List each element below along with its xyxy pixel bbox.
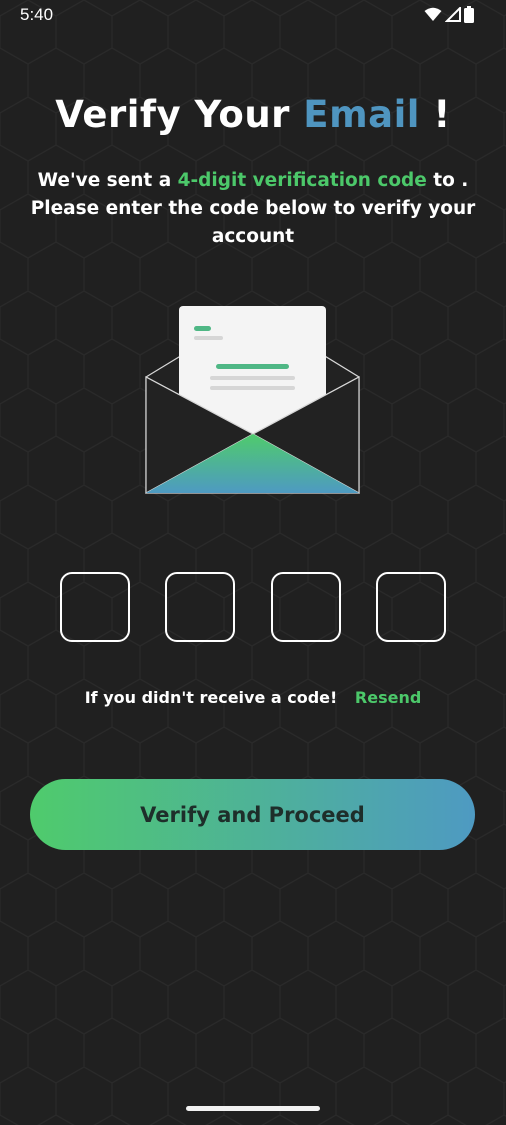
title-accent: Email <box>303 93 420 136</box>
resend-row: If you didn't receive a code! Resend <box>0 688 506 707</box>
otp-digit-3[interactable] <box>270 572 341 642</box>
message-part1: We've sent a <box>37 170 178 191</box>
signal-icon <box>445 7 461 22</box>
resend-link[interactable]: Resend <box>355 688 421 707</box>
title-suffix: ! <box>419 93 451 136</box>
wifi-icon <box>424 7 442 21</box>
otp-digit-1[interactable] <box>60 572 130 642</box>
home-indicator[interactable] <box>186 1106 320 1111</box>
status-bar: 5:40 <box>0 0 506 32</box>
battery-icon <box>464 6 474 23</box>
resend-prompt: If you didn't receive a code! <box>84 688 338 707</box>
otp-digit-4[interactable] <box>375 572 446 642</box>
otp-input-row <box>60 572 446 642</box>
title-prefix: Verify Your <box>55 93 304 136</box>
message-highlight: 4-digit verification code <box>177 170 427 191</box>
verify-and-proceed-button[interactable]: Verify and Proceed <box>30 779 475 850</box>
envelope-illustration <box>145 306 360 495</box>
verification-message: We've sent a 4-digit verification code t… <box>20 167 486 251</box>
status-icons <box>424 6 474 23</box>
otp-digit-2[interactable] <box>165 572 236 642</box>
status-time: 5:40 <box>20 5 54 24</box>
page-title: Verify Your Email ! <box>0 93 506 136</box>
